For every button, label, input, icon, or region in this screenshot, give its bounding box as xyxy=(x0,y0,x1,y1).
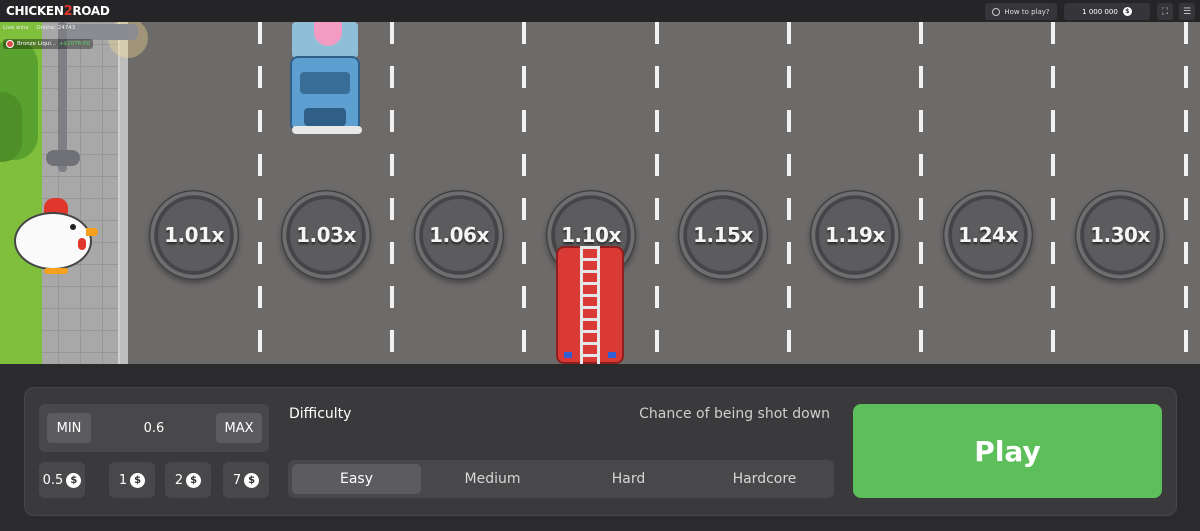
fullscreen-button[interactable]: ⛶ xyxy=(1157,3,1173,20)
multiplier-label: 1.06x xyxy=(429,223,489,247)
quick-bet-button[interactable]: 2 $ xyxy=(165,462,211,498)
multiplier-label: 1.01x xyxy=(164,223,224,247)
dollar-coin-icon: $ xyxy=(1122,7,1132,16)
live-wins-label: Live wins xyxy=(3,25,29,31)
ladder xyxy=(580,246,600,364)
hamburger-menu-icon: ☰ xyxy=(1182,6,1192,17)
max-bet-button[interactable]: MAX xyxy=(216,413,262,443)
multiplier-manhole[interactable]: 1.30x xyxy=(1075,190,1165,280)
quick-bet-button[interactable]: 0.5 $ xyxy=(39,462,85,498)
lane-divider xyxy=(919,22,923,364)
chicken-character xyxy=(14,198,98,274)
multiplier-manhole[interactable]: 1.03x xyxy=(281,190,371,280)
lane-divider xyxy=(1051,22,1055,364)
difficulty-label: Difficulty xyxy=(289,406,352,422)
min-bet-button[interactable]: MIN xyxy=(47,413,91,443)
dollar-coin-icon: $ xyxy=(130,472,146,488)
top-bar: CHICKEN2ROAD How to play? 1 000 000 $ ⛶ … xyxy=(0,0,1200,22)
blue-truck xyxy=(288,22,368,134)
multiplier-label: 1.19x xyxy=(825,223,885,247)
live-win-entry: Bronze Liqui... +$1078.00 xyxy=(3,39,93,49)
multiplier-manhole[interactable]: 1.24x xyxy=(943,190,1033,280)
how-to-play-button[interactable]: How to play? xyxy=(985,3,1057,20)
menu-button[interactable]: ☰ xyxy=(1179,3,1195,20)
multiplier-manhole[interactable]: 1.15x xyxy=(678,190,768,280)
play-button[interactable]: Play xyxy=(853,404,1162,498)
lane-divider xyxy=(655,22,659,364)
logo: CHICKEN2ROAD xyxy=(6,4,110,19)
street-lamp-base xyxy=(46,150,80,166)
quick-bet-button[interactable]: 7 $ xyxy=(223,462,269,498)
multiplier-manhole[interactable]: 1.01x xyxy=(149,190,239,280)
online-count: Online: 24743 xyxy=(36,25,76,31)
difficulty-medium-tab[interactable]: Medium xyxy=(428,464,557,494)
game-scene: 1.01x 1.03x 1.06x 1.10x 1.15x 1.19x 1.24… xyxy=(0,22,1200,364)
difficulty-selector: Easy Medium Hard Hardcore xyxy=(288,460,834,498)
quick-bet-button[interactable]: 1 $ xyxy=(109,462,155,498)
tree xyxy=(0,92,22,162)
help-circle-icon xyxy=(992,7,1001,16)
avatar xyxy=(6,40,14,48)
multiplier-label: 1.03x xyxy=(296,223,356,247)
live-wins-panel: Live wins Online: 24743 Bronze Liqui... … xyxy=(0,22,128,52)
dollar-coin-icon: $ xyxy=(186,472,202,488)
fullscreen-icon: ⛶ xyxy=(1161,6,1169,17)
lane-divider xyxy=(1184,22,1188,364)
difficulty-hardcore-tab[interactable]: Hardcore xyxy=(700,464,829,494)
bet-amount-input[interactable]: 0.6 xyxy=(109,413,199,443)
multiplier-label: 1.15x xyxy=(693,223,753,247)
win-amount: +$1078.00 xyxy=(59,41,90,47)
difficulty-easy-tab[interactable]: Easy xyxy=(292,464,421,494)
multiplier-label: 1.24x xyxy=(958,223,1018,247)
multiplier-manhole[interactable]: 1.19x xyxy=(810,190,900,280)
control-panel: MIN 0.6 MAX 0.5 $ 1 $ 2 $ 7 $ Difficulty Cha… xyxy=(24,387,1177,516)
balance-value: 1 000 000 xyxy=(1082,7,1118,16)
how-to-play-label: How to play? xyxy=(1004,7,1050,16)
fire-truck xyxy=(556,246,624,364)
chance-label: Chance of being shot down xyxy=(639,406,830,422)
lane-divider xyxy=(390,22,394,364)
dollar-coin-icon: $ xyxy=(244,472,260,488)
balance-display: 1 000 000 $ xyxy=(1064,3,1150,20)
lane-divider xyxy=(258,22,262,364)
multiplier-label: 1.10x xyxy=(561,223,621,247)
bet-amount-control: MIN 0.6 MAX xyxy=(39,404,269,452)
player-name: Bronze Liqui... xyxy=(17,41,57,47)
game-root: CHICKEN2ROAD How to play? 1 000 000 $ ⛶ … xyxy=(0,0,1200,531)
difficulty-hard-tab[interactable]: Hard xyxy=(564,464,693,494)
sidewalk xyxy=(36,22,128,364)
multiplier-label: 1.30x xyxy=(1090,223,1150,247)
lane-divider xyxy=(522,22,526,364)
dollar-coin-icon: $ xyxy=(66,472,82,488)
multiplier-manhole[interactable]: 1.06x xyxy=(414,190,504,280)
lane-divider xyxy=(787,22,791,364)
curb xyxy=(118,22,128,364)
